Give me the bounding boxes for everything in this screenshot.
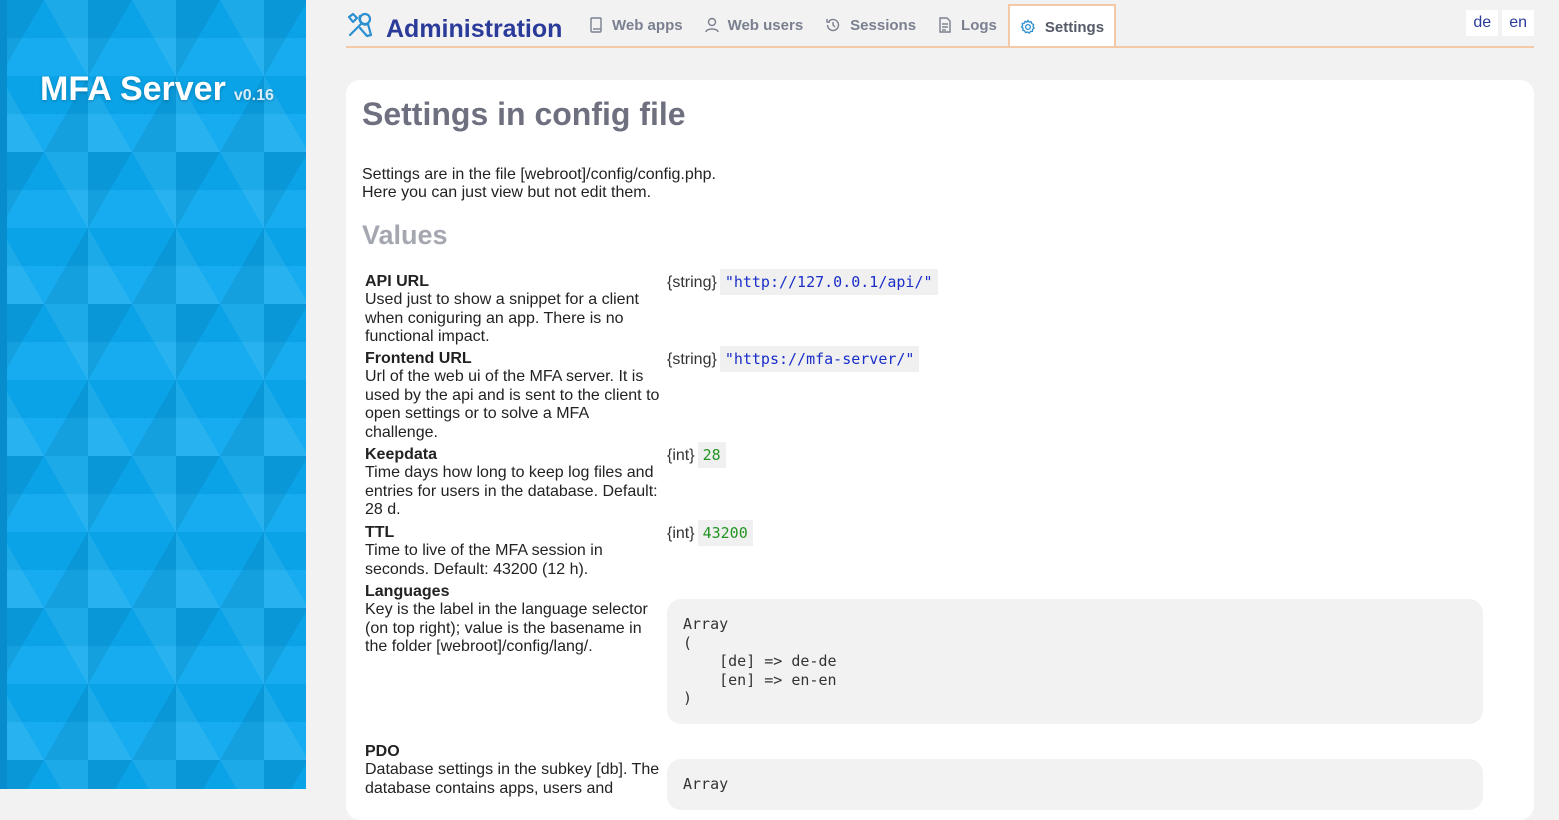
setting-value: {int} 28: [667, 442, 726, 468]
file-text-icon: [939, 17, 951, 33]
setting-description: Frontend URL Url of the web ui of the MF…: [365, 350, 663, 442]
tools-icon: [347, 12, 373, 37]
setting-name: Frontend URL: [365, 350, 472, 367]
setting-name: Languages: [365, 583, 450, 600]
setting-value-code: "http://127.0.0.1/api/": [719, 269, 938, 295]
setting-text: Time to live of the MFA session in secon…: [365, 542, 603, 578]
intro-line: Here you can just view but not edit them…: [362, 184, 652, 201]
setting-text: Key is the label in the language selecto…: [365, 601, 648, 656]
setting-value-array: Array: [667, 759, 1483, 810]
app-brand[interactable]: MFA Server v0.16: [40, 70, 274, 109]
setting-description: API URL Used just to show a snippet for …: [365, 273, 663, 347]
history-icon: [826, 18, 840, 32]
setting-description: Keepdata Time days how long to keep log …: [365, 446, 663, 520]
tab-web-apps[interactable]: Web apps: [578, 4, 694, 46]
intro-line: Settings are in the file [webroot]/confi…: [362, 166, 716, 183]
user-icon: [704, 17, 719, 33]
intro-text: Settings are in the file [webroot]/confi…: [362, 166, 716, 202]
setting-name: PDO: [365, 743, 400, 760]
setting-type: {int}: [667, 447, 695, 464]
setting-text: Database settings in the subkey [db]. Th…: [365, 761, 660, 797]
setting-name: Keepdata: [365, 446, 438, 463]
tab-logs[interactable]: Logs: [927, 4, 1008, 46]
setting-text: Used just to show a snippet for a client…: [365, 291, 639, 346]
tab-sessions[interactable]: Sessions: [814, 4, 927, 46]
setting-description: Languages Key is the label in the langua…: [365, 583, 663, 657]
setting-text: Time days how long to keep log files and…: [365, 464, 658, 519]
setting-value-code: 43200: [697, 520, 753, 546]
setting-value: Array ( [de] => de-de [en] => en-en ): [667, 599, 1483, 724]
book-icon: [590, 17, 602, 33]
page-section-title: Administration: [386, 15, 563, 43]
page-title: Settings in config file: [362, 96, 686, 132]
setting-value: Array: [667, 759, 1483, 810]
tab-bar: Web apps Web users Sessions Logs Setting…: [578, 4, 1117, 48]
setting-type: {string}: [667, 351, 717, 368]
tab-label: Sessions: [850, 16, 917, 34]
setting-text: Url of the web ui of the MFA server. It …: [365, 368, 660, 441]
tab-label: Settings: [1044, 18, 1105, 36]
top-navigation: Administration Web apps Web users Sessio…: [346, 0, 1534, 48]
setting-value: {int} 43200: [667, 520, 753, 546]
setting-value: {string} "http://127.0.0.1/api/": [667, 269, 938, 295]
values-heading: Values: [362, 220, 448, 250]
setting-name: TTL: [365, 524, 395, 541]
setting-description: TTL Time to live of the MFA session in s…: [365, 524, 663, 579]
tab-label: Web users: [727, 16, 804, 34]
app-name: MFA Server: [40, 70, 226, 108]
gear-icon: [1020, 19, 1035, 34]
sidebar: MFA Server v0.16: [0, 0, 306, 789]
lang-en-button[interactable]: en: [1502, 10, 1534, 36]
setting-name: API URL: [365, 273, 429, 290]
lang-de-button[interactable]: de: [1466, 10, 1499, 36]
setting-type: {string}: [667, 274, 717, 291]
setting-value-code: "https://mfa-server/": [719, 346, 920, 372]
tab-label: Logs: [961, 16, 997, 34]
tab-underline: [346, 46, 1534, 48]
setting-type: {int}: [667, 525, 695, 542]
app-version: v0.16: [233, 87, 274, 104]
setting-value-code: 28: [697, 442, 726, 468]
sidebar-edge: [0, 0, 7, 789]
tab-settings[interactable]: Settings: [1007, 4, 1117, 48]
setting-description: PDO Database settings in the subkey [db]…: [365, 743, 663, 798]
admin-title[interactable]: Administration: [346, 10, 562, 43]
language-selector: de en: [1466, 10, 1534, 36]
tab-web-users[interactable]: Web users: [694, 4, 815, 46]
content-card: Settings in config file Settings are in …: [346, 80, 1534, 820]
setting-value-array: Array ( [de] => de-de [en] => en-en ): [667, 599, 1483, 724]
tab-label: Web apps: [612, 16, 683, 34]
setting-value: {string} "https://mfa-server/": [667, 346, 920, 372]
